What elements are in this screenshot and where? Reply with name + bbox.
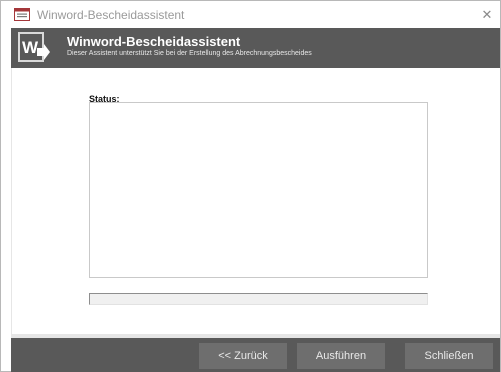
close-button[interactable]: Schließen	[405, 343, 493, 369]
wizard-header: W Winword-Bescheidassistent Dieser Assis…	[11, 28, 500, 68]
access-form-icon	[14, 8, 30, 21]
run-button[interactable]: Ausführen	[297, 343, 385, 369]
dialog-window: Winword-Bescheidassistent ✕ W Winword-Be…	[0, 0, 501, 372]
progress-bar	[89, 293, 428, 305]
close-window-button[interactable]: ✕	[474, 1, 500, 28]
back-button[interactable]: << Zurück	[199, 343, 287, 369]
word-export-icon: W	[17, 31, 51, 65]
header-title: Winword-Bescheidassistent	[67, 34, 241, 49]
title-bar: Winword-Bescheidassistent ✕	[1, 1, 500, 28]
content-left-border	[11, 68, 12, 335]
header-subtitle: Dieser Assistent unterstützt Sie bei der…	[67, 50, 312, 57]
status-textbox[interactable]	[89, 102, 428, 278]
wizard-footer: << Zurück Ausführen Schließen	[11, 338, 500, 372]
window-title: Winword-Bescheidassistent	[37, 8, 185, 22]
svg-text:W: W	[22, 38, 39, 57]
close-icon: ✕	[481, 6, 493, 22]
